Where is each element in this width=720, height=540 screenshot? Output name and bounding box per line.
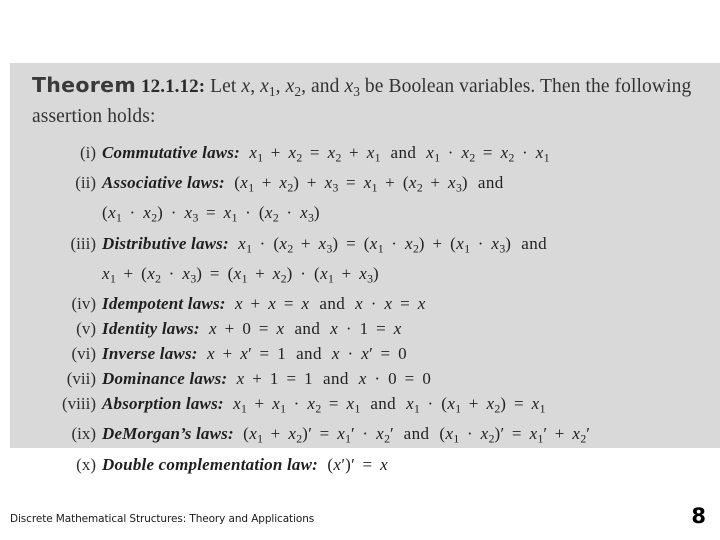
law-body: DeMorgan’s laws: (x1 + x2)′ = x1′ · x2′ a… (102, 421, 712, 451)
theorem-content-block: Theorem 12.1.12: Let x, x1, x2, and x3 b… (10, 63, 720, 474)
law-conjunction: and (477, 173, 504, 193)
law-row: (iv) Idempotent laws: x + x = x and x · x … (32, 291, 712, 316)
law-conjunction: and (296, 344, 322, 364)
law-numeral: (vii) (66, 369, 96, 389)
theorem-label: Theorem (32, 73, 137, 97)
law-row: (iii) Distributive laws: x1 · (x2 + x3) … (32, 231, 712, 261)
law-name: Dominance laws: (102, 369, 228, 389)
law-row-continuation: (x1 · x2) · x3 = x1 · (x2 · x3) (32, 200, 712, 230)
law-formula-1: x1 + x1 · x2 = x1 (233, 394, 361, 416)
law-name: Identity laws: (102, 319, 200, 339)
law-formula-1: x + 0 = x (209, 319, 285, 339)
law-body: Identity laws: x + 0 = x and x · 1 = x (102, 316, 712, 341)
law-conjunction: and (403, 424, 430, 444)
law-name: Inverse laws: (102, 344, 198, 364)
law-name: Absorption laws: (102, 394, 224, 414)
law-row: (viii) Absorption laws: x1 + x1 · x2 = x… (32, 391, 712, 421)
laws-list: (i) Commutative laws: x1 + x2 = x2 + x1 a… (32, 140, 712, 477)
law-numeral: (v) (76, 319, 96, 339)
law-body: (x1 · x2) · x3 = x1 · (x2 · x3) (102, 200, 712, 230)
law-formula-1: x + x = x (234, 294, 310, 314)
law-numeral: (ix) (71, 424, 96, 444)
law-numeral: (vi) (71, 344, 96, 364)
law-conjunction: and (521, 233, 548, 253)
law-conjunction: and (370, 394, 397, 414)
law-formula-2: x1 · x2 = x2 · x1 (426, 142, 550, 165)
law-body: Dominance laws: x + 1 = 1 and x · 0 = 0 (102, 366, 712, 391)
law-row: (vii) Dominance laws: x + 1 = 1 and x · 0 … (32, 366, 712, 391)
law-row: (ix) DeMorgan’s laws: (x1 + x2)′ = x1′ ·… (32, 421, 712, 451)
law-row: (v) Identity laws: x + 0 = x and x · 1 = x (32, 316, 712, 341)
law-formula-1: x1 + x2 = x2 + x1 (249, 142, 381, 165)
law-formula-1: (x1 + x2)′ = x1′ · x2′ (243, 424, 394, 446)
footer-book-title: Discrete Mathematical Structures: Theory… (10, 513, 315, 525)
law-row-continuation: x1 + (x2 · x3) = (x1 + x2) · (x1 + x3) (32, 261, 712, 291)
law-body: Associative laws: (x1 + x2) + x3 = x1 + … (102, 170, 712, 200)
law-name: Associative laws: (102, 173, 225, 193)
law-numeral: (x) (76, 454, 96, 474)
law-numeral: (viii) (62, 394, 96, 414)
law-name: DeMorgan’s laws: (102, 424, 234, 444)
law-body: Absorption laws: x1 + x1 · x2 = x1 and x1 … (102, 391, 712, 421)
law-body: Commutative laws: x1 + x2 = x2 + x1 and x1… (102, 140, 712, 170)
law-formula-1: (x1 + x2) + x3 = x1 + (x2 + x3) (234, 173, 468, 195)
law-body: Inverse laws: x + x′ = 1 and x · x′ = 0 (102, 341, 712, 366)
law-conjunction: and (319, 294, 346, 314)
law-name: Commutative laws: (102, 142, 240, 162)
theorem-heading: Theorem 12.1.12: Let x, x1, x2, and x3 b… (32, 73, 704, 129)
law-formula-1: x1 · (x2 + x3) = (x1 · x2) + (x1 · x3) (238, 233, 512, 255)
law-formula-2: x · x′ = 0 (331, 344, 408, 364)
law-formula-1: x + x′ = 1 (206, 344, 287, 364)
law-body: Double complementation law: (x′)′ = x (102, 452, 712, 477)
law-body: Distributive laws: x1 · (x2 + x3) = (x1 … (102, 231, 712, 261)
law-formula-1: (x′)′ = x (327, 454, 389, 474)
law-name: Double complementation law: (102, 454, 319, 474)
law-formula-2: (x1 · x2) · x3 = x1 · (x2 · x3) (102, 203, 320, 225)
law-numeral: (ii) (75, 173, 96, 193)
law-numeral: (i) (79, 142, 96, 162)
law-body: x1 + (x2 · x3) = (x1 + x2) · (x1 + x3) (102, 261, 712, 291)
law-conjunction: and (390, 142, 417, 162)
theorem-number: 12.1.12: (141, 76, 206, 97)
footer-page-number: 8 (691, 504, 706, 528)
law-conjunction: and (294, 319, 321, 339)
law-conjunction: and (323, 369, 349, 389)
law-formula-2: x · 0 = 0 (358, 369, 432, 389)
law-formula-2: (x1 · x2)′ = x1′ + x2′ (439, 424, 590, 446)
law-row: (x) Double complementation law: (x′)′ = … (32, 452, 712, 477)
law-row: (i) Commutative laws: x1 + x2 = x2 + x1 a… (32, 140, 712, 170)
law-body: Idempotent laws: x + x = x and x · x = x (102, 291, 712, 316)
law-row: (ii) Associative laws: (x1 + x2) + x3 = … (32, 170, 712, 200)
law-numeral: (iv) (71, 294, 96, 314)
law-name: Distributive laws: (102, 233, 229, 253)
law-formula-2: x1 + (x2 · x3) = (x1 + x2) · (x1 + x3) (102, 263, 380, 286)
law-formula-2: x · x = x (355, 294, 426, 314)
law-formula-1: x + 1 = 1 (236, 369, 314, 389)
law-formula-2: x1 · (x1 + x2) = x1 (406, 394, 546, 416)
law-formula-2: x · 1 = x (330, 319, 402, 339)
law-numeral: (iii) (70, 233, 97, 253)
law-name: Idempotent laws: (102, 294, 226, 314)
law-row: (vi) Inverse laws: x + x′ = 1 and x · x′ =… (32, 341, 712, 366)
